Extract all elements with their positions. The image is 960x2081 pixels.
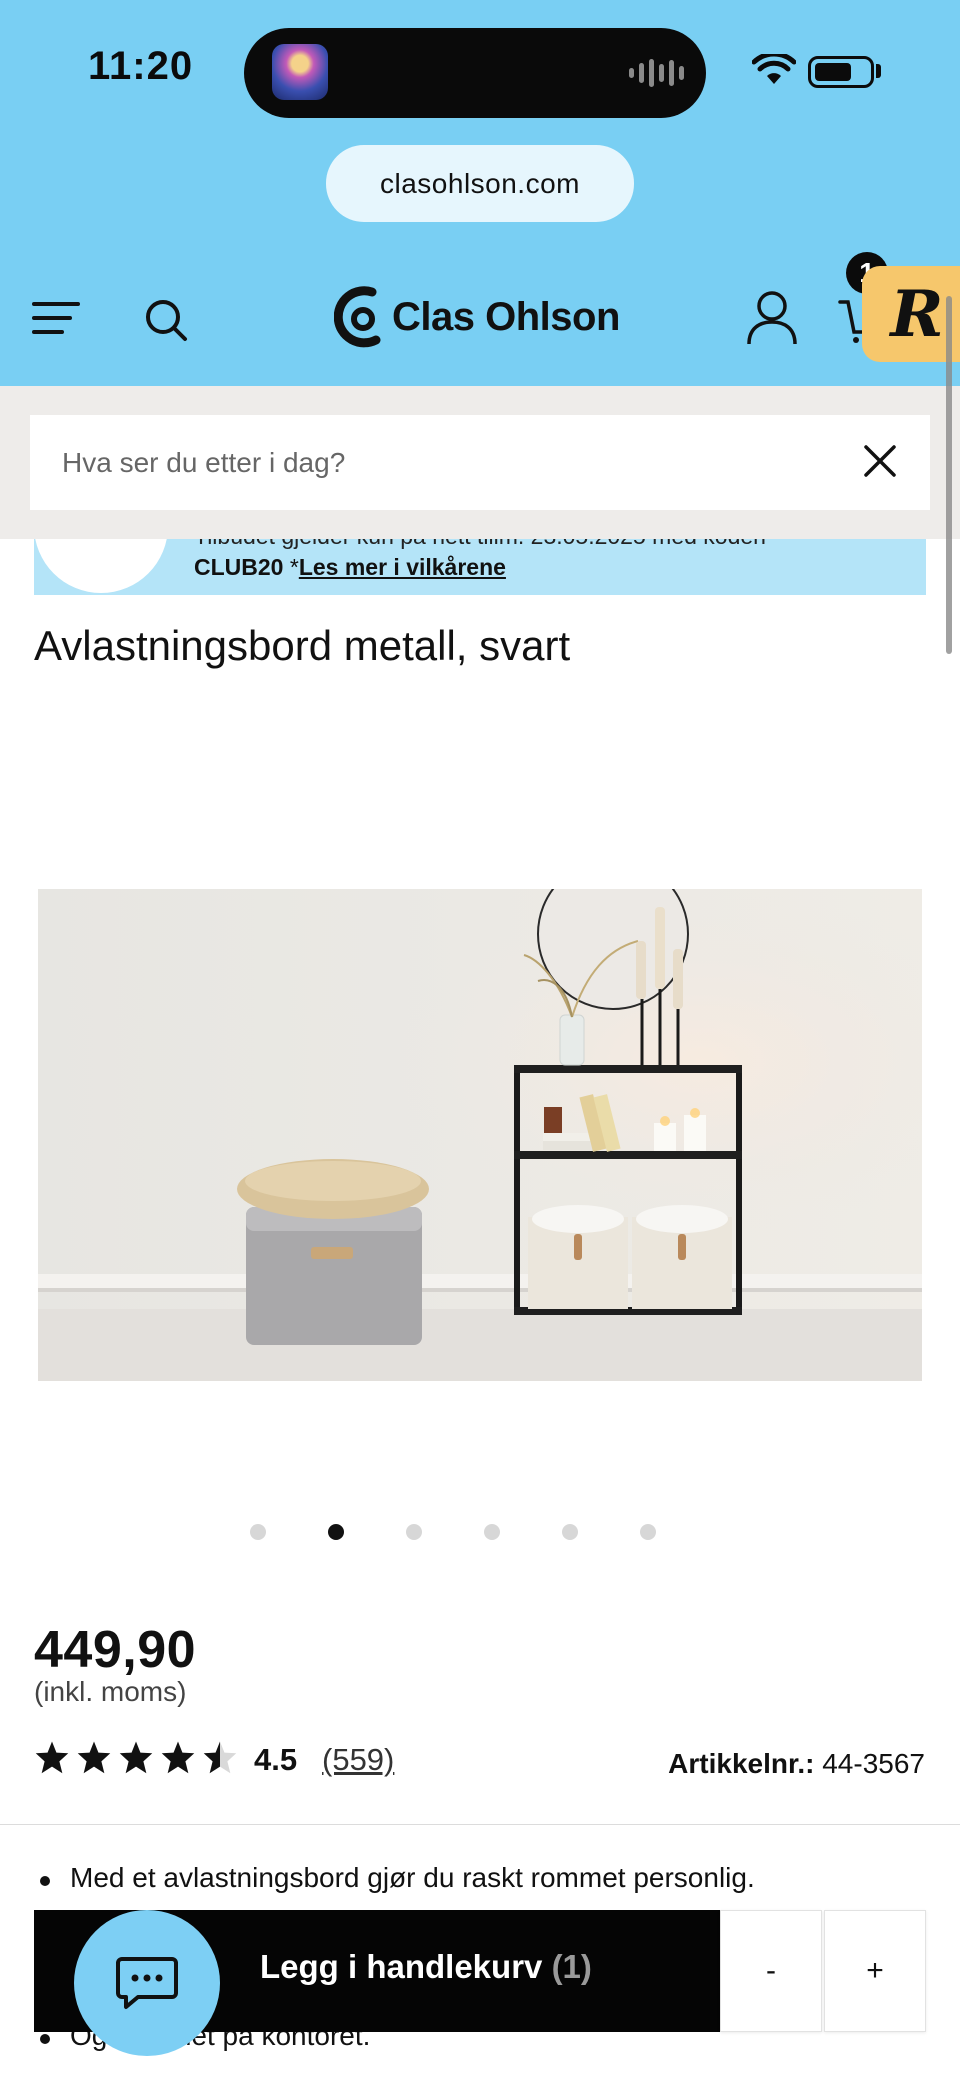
battery-tip bbox=[876, 64, 881, 78]
search-box bbox=[30, 415, 930, 510]
promo-terms-link[interactable]: Les mer i vilkårene bbox=[299, 554, 506, 580]
bullet-dot bbox=[40, 1876, 50, 1886]
list-item: Med et avlastningsbord gjør du raskt rom… bbox=[40, 1862, 755, 1894]
url-text: clasohlson.com bbox=[380, 167, 580, 199]
carousel-dot[interactable] bbox=[406, 1524, 422, 1540]
star-full-icon bbox=[77, 1741, 111, 1774]
product-bullets: Med et avlastningsbord gjør du raskt rom… bbox=[40, 1862, 755, 1894]
wifi-icon bbox=[752, 54, 796, 84]
article-number: Artikkelnr.: 44-3567 bbox=[668, 1748, 925, 1780]
image-carousel-dots bbox=[250, 1524, 656, 1540]
carousel-dot[interactable] bbox=[250, 1524, 266, 1540]
promo-banner: Tilbudet gjelder kun på nett tillm. 23.0… bbox=[34, 539, 926, 595]
promo-text: Tilbudet gjelder kun på nett tillm. 23.0… bbox=[194, 539, 766, 550]
star-half-icon bbox=[203, 1741, 237, 1774]
carousel-dot[interactable] bbox=[562, 1524, 578, 1540]
add-to-cart-label: Legg i handlekurv (1) bbox=[260, 1948, 592, 1986]
star-full-icon bbox=[161, 1741, 195, 1774]
page-scrollbar[interactable] bbox=[946, 296, 952, 654]
account-icon[interactable] bbox=[746, 290, 798, 346]
bullet-text: Med et avlastningsbord gjør du raskt rom… bbox=[70, 1862, 755, 1893]
carousel-dot-active[interactable] bbox=[328, 1524, 344, 1540]
product-title: Avlastningsbord metall, svart bbox=[34, 622, 571, 669]
chat-button[interactable] bbox=[74, 1910, 220, 2056]
quantity-decrease-button[interactable]: - bbox=[720, 1910, 822, 2032]
promo-code: CLUB20 bbox=[194, 554, 284, 580]
bullet-dot bbox=[40, 2034, 50, 2044]
quantity-increase-button[interactable]: + bbox=[824, 1910, 926, 2032]
star-full-icon bbox=[119, 1741, 153, 1774]
address-bar[interactable]: clasohlson.com bbox=[326, 145, 634, 222]
price-vat-note: (inkl. moms) bbox=[34, 1676, 187, 1707]
chat-icon bbox=[116, 1957, 178, 2009]
battery-icon bbox=[808, 56, 874, 88]
status-time: 11:20 bbox=[88, 44, 194, 88]
carousel-dot[interactable] bbox=[640, 1524, 656, 1540]
rating-stars[interactable] bbox=[34, 1740, 238, 1774]
search-icon[interactable] bbox=[144, 298, 188, 342]
star-full-icon bbox=[35, 1741, 69, 1774]
article-number-label: Artikkelnr.: bbox=[668, 1748, 815, 1779]
promo-discount-circle bbox=[34, 539, 168, 593]
product-price: 449,90 bbox=[34, 1621, 197, 1679]
rating-value: 4.5 bbox=[254, 1742, 298, 1777]
search-input[interactable] bbox=[62, 446, 822, 479]
menu-icon[interactable] bbox=[32, 300, 80, 336]
audio-waveform-icon bbox=[629, 58, 684, 88]
dynamic-island[interactable] bbox=[244, 28, 706, 118]
promo-code-line: CLUB20 *Les mer i vilkårene bbox=[194, 554, 506, 581]
promo-terms-prefix: * bbox=[283, 554, 299, 580]
carousel-dot[interactable] bbox=[484, 1524, 500, 1540]
site-logo[interactable]: Clas Ohlson bbox=[334, 286, 620, 348]
close-icon[interactable] bbox=[860, 441, 900, 481]
divider bbox=[0, 1824, 960, 1825]
product-image[interactable] bbox=[38, 889, 922, 1381]
add-to-cart-count: (1) bbox=[551, 1948, 592, 1985]
add-to-cart-text: Legg i handlekurv bbox=[260, 1948, 543, 1985]
logo-text: Clas Ohlson bbox=[392, 294, 620, 339]
article-number-value: 44-3567 bbox=[822, 1748, 925, 1779]
clas-ohlson-logo-icon bbox=[334, 286, 381, 348]
now-playing-artwork bbox=[272, 44, 328, 100]
review-count-link[interactable]: (559) bbox=[322, 1742, 394, 1778]
